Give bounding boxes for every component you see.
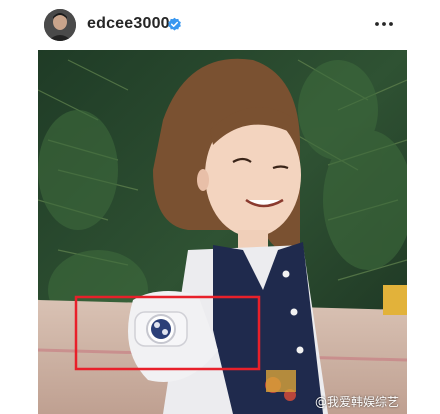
verified-badge-icon (168, 17, 181, 31)
photo-illustration (38, 50, 407, 414)
post-photo[interactable]: @我爱韩娱综艺 (38, 50, 407, 414)
username-link[interactable]: edcee3000 (87, 15, 170, 33)
post-header: edcee3000 (0, 0, 440, 50)
avatar-image (44, 9, 76, 41)
more-horizontal-icon[interactable] (372, 12, 396, 36)
watermark: @我爱韩娱综艺 (315, 393, 399, 410)
watermark-text: @我爱韩娱综艺 (314, 395, 399, 409)
profile-avatar[interactable] (44, 9, 76, 41)
